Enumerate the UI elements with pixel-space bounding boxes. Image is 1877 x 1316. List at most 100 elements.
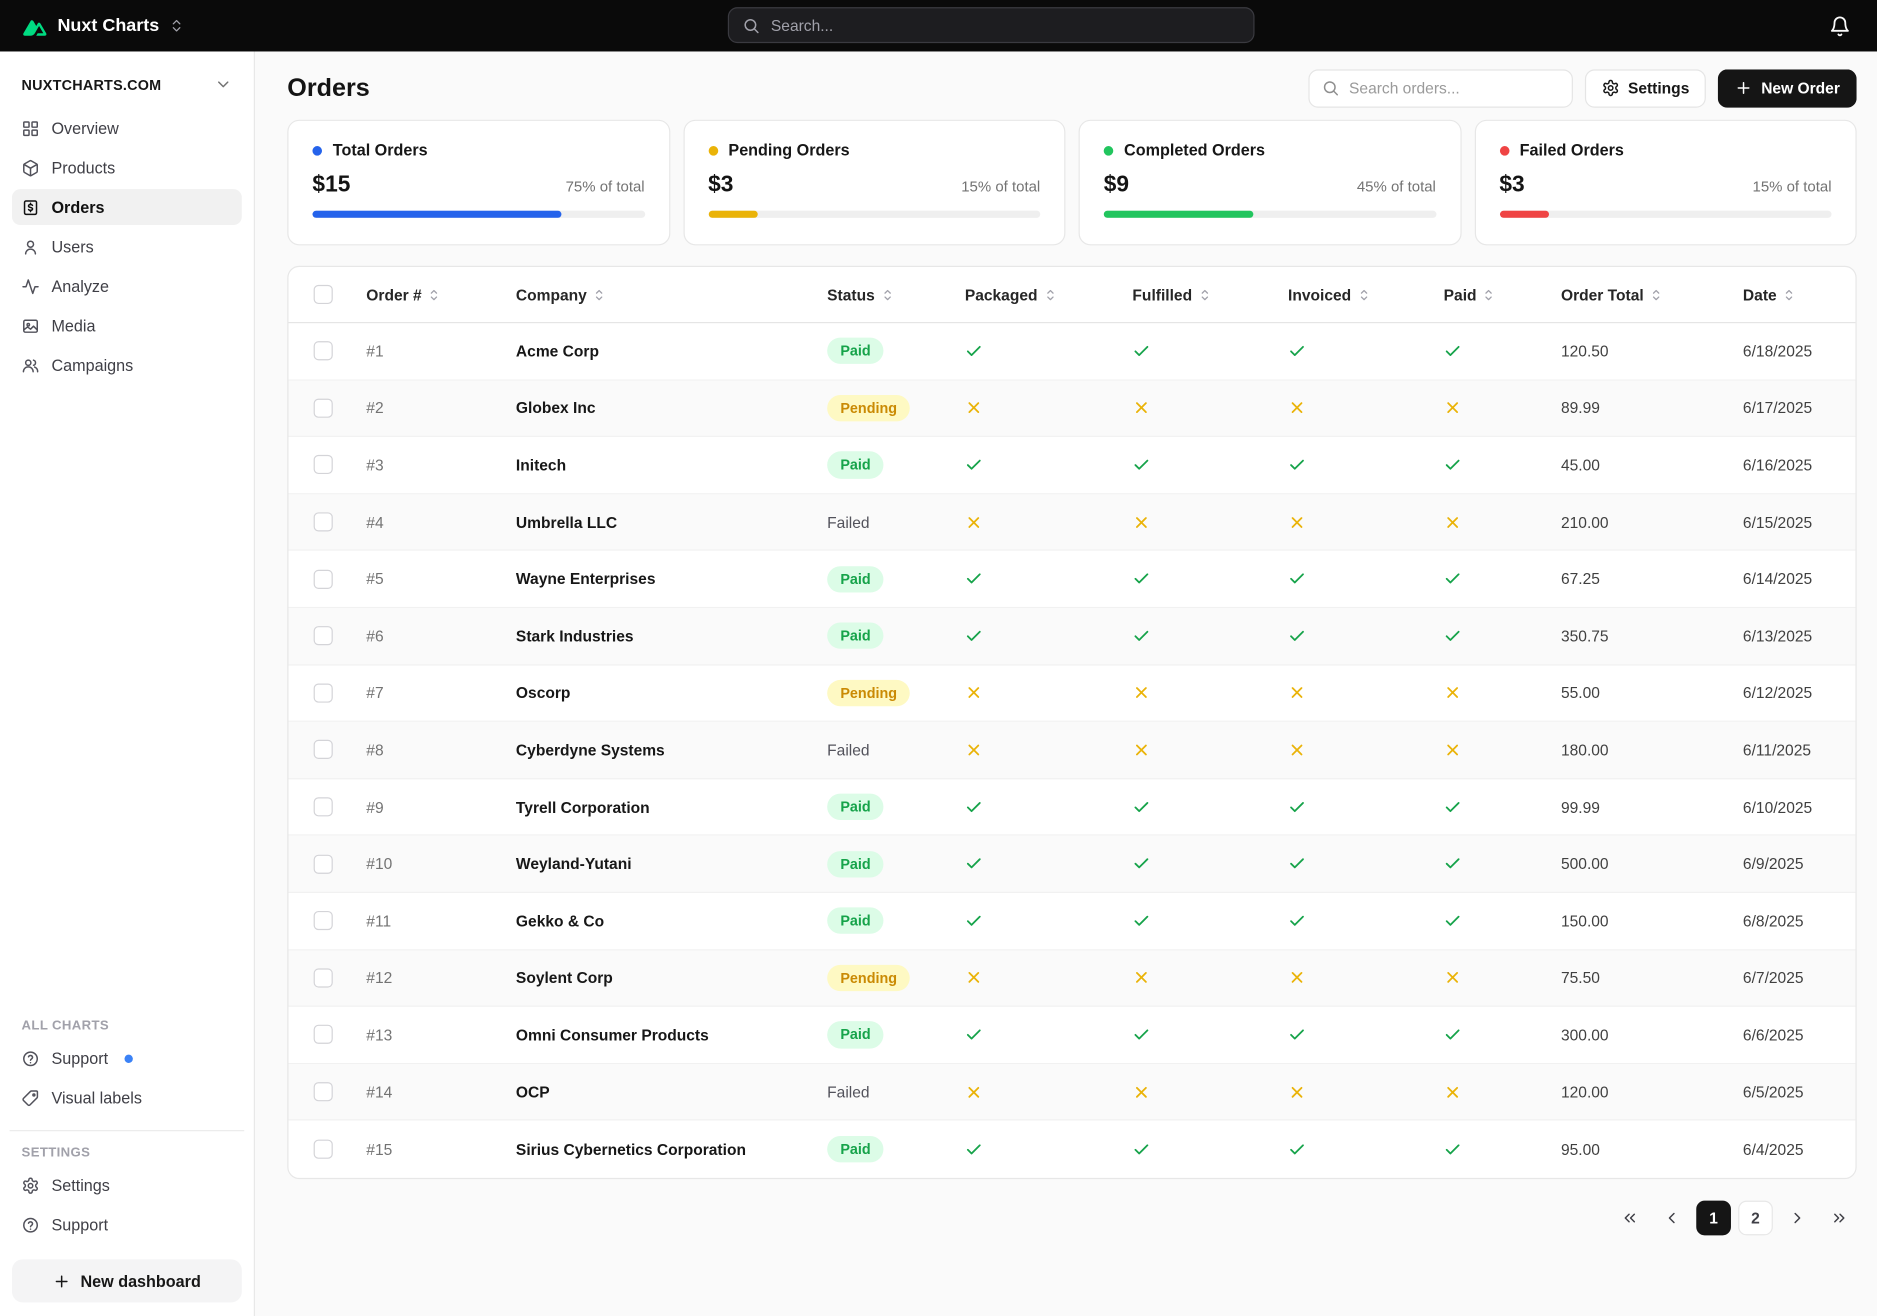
settings-button[interactable]: Settings — [1584, 68, 1707, 108]
sidebar-item-analyze[interactable]: Analyze — [12, 268, 242, 304]
x-mark — [965, 684, 1133, 702]
sidebar-item-products[interactable]: Products — [12, 150, 242, 186]
new-dashboard-button[interactable]: New dashboard — [11, 1259, 242, 1303]
x-icon — [968, 744, 980, 756]
search-icon-wrap — [742, 16, 760, 34]
invoiced-cell — [1288, 741, 1444, 759]
orders-search-input[interactable] — [1349, 79, 1560, 97]
brand-name: Nuxt Charts — [57, 15, 160, 36]
check-icon — [966, 858, 981, 869]
select-all-checkbox[interactable] — [313, 284, 333, 305]
sidebar-item-label: Support — [51, 1215, 109, 1234]
table-row[interactable]: #5 Wayne Enterprises Paid 67.25 6/14/202… — [288, 551, 1856, 609]
last-page-button[interactable] — [1822, 1201, 1857, 1236]
row-checkbox[interactable] — [313, 1139, 333, 1159]
table-row[interactable]: #10 Weyland-Yutani Paid 500.00 6/9/2025 — [288, 835, 1856, 893]
notification-dot — [124, 1054, 134, 1063]
table-row[interactable]: #6 Stark Industries Paid 350.75 6/13/202… — [288, 608, 1856, 666]
chevrons-right-icon — [1834, 1213, 1845, 1223]
row-checkbox[interactable] — [313, 626, 333, 646]
tag-icon — [22, 1089, 39, 1106]
row-checkbox[interactable] — [313, 398, 333, 418]
column-header-order[interactable]: Order # — [366, 286, 516, 303]
row-checkbox[interactable] — [313, 968, 333, 988]
sidebar-item-overview[interactable]: Overview — [12, 110, 242, 146]
table-row[interactable]: #4 Umbrella LLC Failed 210.00 6/15/2025 — [288, 494, 1856, 552]
sidebar-settings: Settings Support — [12, 1167, 242, 1242]
check-icon — [1290, 801, 1304, 812]
column-header-order-total[interactable]: Order Total — [1561, 286, 1743, 303]
fulfilled-cell — [1132, 627, 1288, 645]
orders-search[interactable] — [1308, 68, 1573, 108]
page-1-button[interactable]: 1 — [1696, 1200, 1731, 1236]
global-search-input[interactable] — [770, 16, 1241, 35]
workspace-selector[interactable]: NUXTCHARTS.COM — [12, 68, 242, 100]
next-page-button[interactable] — [1780, 1201, 1815, 1236]
row-checkbox[interactable] — [313, 455, 333, 475]
table-row[interactable]: #3 Initech Paid 45.00 6/16/2025 — [288, 437, 1856, 495]
row-checkbox[interactable] — [313, 911, 333, 931]
legend-dot — [1103, 145, 1114, 156]
invoiced-cell — [1288, 912, 1444, 930]
table-row[interactable]: #2 Globex Inc Pending 89.99 6/17/2025 — [288, 380, 1856, 438]
plus-icon-wrap — [1735, 79, 1753, 97]
row-checkbox[interactable] — [313, 341, 333, 361]
sidebar-item-media[interactable]: Media — [12, 308, 242, 344]
x-icon — [1447, 972, 1459, 984]
row-checkbox[interactable] — [313, 1025, 333, 1045]
table-row[interactable]: #12 Soylent Corp Pending 75.50 6/7/2025 — [288, 949, 1856, 1007]
status-badge: Paid — [827, 850, 884, 878]
row-checkbox[interactable] — [313, 569, 333, 589]
column-header-paid[interactable]: Paid — [1444, 286, 1561, 303]
order-total: 75.50 — [1560, 968, 1600, 987]
stat-value: $9 — [1103, 172, 1130, 198]
table-row[interactable]: #9 Tyrell Corporation Paid 99.99 6/10/20… — [288, 779, 1856, 836]
table-row[interactable]: #14 OCP Failed 120.00 6/5/2025 — [288, 1063, 1856, 1121]
brand-button[interactable]: Nuxt Charts — [22, 13, 185, 39]
first-page-button[interactable] — [1612, 1201, 1647, 1236]
column-header-date[interactable]: Date — [1743, 286, 1856, 303]
sidebar-item-support[interactable]: Support — [12, 1040, 242, 1076]
brand-switcher-icon-wrap — [169, 18, 185, 34]
row-checkbox[interactable] — [313, 1082, 333, 1102]
sidebar-item-visual-labels[interactable]: Visual labels — [12, 1080, 242, 1116]
sidebar-item-campaigns[interactable]: Campaigns — [12, 347, 242, 383]
new-order-button[interactable]: New Order — [1718, 68, 1857, 108]
row-select-cell — [288, 512, 366, 532]
column-header-company[interactable]: Company — [516, 286, 827, 303]
sidebar-item-settings[interactable]: Settings — [12, 1167, 242, 1203]
table-row[interactable]: #8 Cyberdyne Systems Failed 180.00 6/11/… — [288, 722, 1856, 779]
row-checkbox[interactable] — [313, 512, 333, 532]
column-header-status[interactable]: Status — [827, 286, 965, 303]
table-row[interactable]: #11 Gekko & Co Paid 150.00 6/8/2025 — [288, 893, 1856, 950]
packaged-cell — [965, 627, 1133, 645]
legend-dot — [312, 145, 323, 156]
sidebar-item-support[interactable]: Support — [12, 1207, 242, 1243]
global-search[interactable] — [727, 7, 1255, 44]
status-text: Failed — [827, 740, 870, 759]
check-mark — [1444, 570, 1561, 588]
previous-page-button[interactable] — [1654, 1201, 1689, 1236]
stat-percent: 15% of total — [1752, 178, 1832, 196]
row-select-cell — [288, 911, 366, 931]
row-checkbox[interactable] — [313, 854, 333, 874]
notifications-button[interactable] — [1824, 10, 1855, 41]
table-row[interactable]: #13 Omni Consumer Products Paid 300.00 6… — [288, 1007, 1856, 1064]
page-2-button[interactable]: 2 — [1738, 1200, 1773, 1236]
sidebar-item-orders[interactable]: Orders — [11, 189, 242, 226]
sort-icon — [596, 289, 603, 300]
table-row[interactable]: #1 Acme Corp Paid 120.50 6/18/2025 — [288, 323, 1856, 381]
column-header-packaged[interactable]: Packaged — [965, 286, 1133, 303]
x-mark — [965, 1083, 1133, 1101]
table-row[interactable]: #7 Oscorp Pending 55.00 6/12/2025 — [288, 665, 1856, 723]
row-checkbox[interactable] — [313, 797, 333, 817]
sidebar-item-users[interactable]: Users — [12, 229, 242, 265]
row-checkbox[interactable] — [313, 740, 333, 760]
column-header-fulfilled[interactable]: Fulfilled — [1132, 286, 1288, 303]
row-checkbox[interactable] — [313, 683, 333, 703]
status-cell: Paid — [827, 1136, 965, 1163]
stat-card-title: Pending Orders — [708, 141, 1040, 159]
x-icon — [1136, 744, 1147, 756]
table-row[interactable]: #15 Sirius Cybernetics Corporation Paid … — [288, 1121, 1855, 1178]
column-header-invoiced[interactable]: Invoiced — [1288, 286, 1444, 303]
